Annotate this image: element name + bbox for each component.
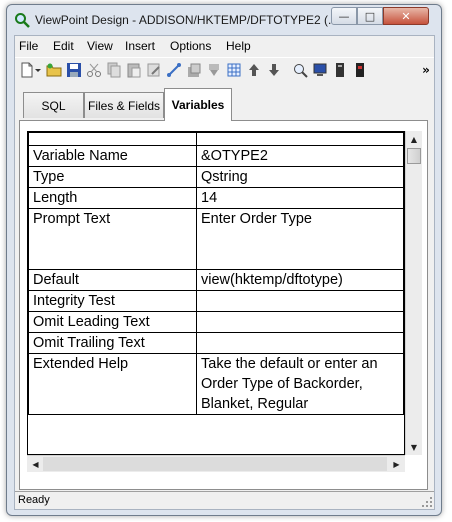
menu-view[interactable]: View	[87, 39, 113, 53]
property-value-cell[interactable]: 14	[196, 187, 404, 209]
scroll-right-icon[interactable]: ▶	[388, 456, 405, 472]
variables-panel: Variable Name &OTYPE2 Type Qstring Lengt…	[19, 120, 428, 490]
tab-sql[interactable]: SQL	[23, 92, 84, 118]
download-icon[interactable]	[206, 62, 222, 78]
table-row: Prompt Text Enter Order Type	[28, 208, 404, 270]
property-name-cell[interactable]: Extended Help	[28, 353, 197, 415]
scroll-down-icon[interactable]: ▼	[406, 439, 422, 455]
grid-header-row	[28, 132, 404, 146]
paste-icon[interactable]	[126, 62, 142, 78]
property-name-cell[interactable]: Prompt Text	[28, 208, 197, 270]
header-cell-name[interactable]	[28, 132, 197, 146]
dropdown-arrow-icon[interactable]	[34, 62, 42, 78]
copy-icon[interactable]	[106, 62, 122, 78]
horizontal-scroll-thumb[interactable]	[43, 457, 387, 471]
move-down-icon[interactable]	[266, 62, 282, 78]
window-title: ViewPoint Design - ADDISON/HKTEMP/DFTOTY…	[35, 13, 338, 27]
property-name-cell[interactable]: Variable Name	[28, 145, 197, 167]
toolbar-overflow-chevron[interactable]: »	[421, 62, 431, 78]
property-value-cell[interactable]	[196, 332, 404, 354]
link-icon[interactable]	[166, 62, 182, 78]
tab-variables[interactable]: Variables	[164, 88, 232, 121]
table-row: Variable Name &OTYPE2	[28, 145, 404, 167]
horizontal-scrollbar[interactable]: ◀ ▶	[27, 455, 405, 472]
tab-files-fields[interactable]: Files & Fields	[84, 92, 164, 118]
table-row: Omit Trailing Text	[28, 332, 404, 354]
minimize-icon: —	[338, 9, 350, 23]
property-value-cell[interactable]	[196, 290, 404, 312]
edit-icon[interactable]	[146, 62, 162, 78]
client-area: File Edit View Insert Options Help » SQL…	[14, 35, 435, 510]
save-icon[interactable]	[66, 62, 82, 78]
table-row: Default view(hktemp/dftotype)	[28, 269, 404, 291]
variable-properties-grid: Variable Name &OTYPE2 Type Qstring Lengt…	[27, 131, 405, 455]
property-value-cell[interactable]	[196, 311, 404, 333]
table-row: Type Qstring	[28, 166, 404, 188]
close-icon: ✕	[401, 9, 411, 23]
application-window: ViewPoint Design - ADDISON/HKTEMP/DFTOTY…	[6, 4, 442, 516]
header-cell-value[interactable]	[196, 132, 404, 146]
scroll-left-icon[interactable]: ◀	[27, 456, 44, 472]
table-row: Extended Help Take the default or enter …	[28, 353, 404, 415]
table-row: Length 14	[28, 187, 404, 209]
title-bar[interactable]: ViewPoint Design - ADDISON/HKTEMP/DFTOTY…	[7, 5, 441, 35]
magnifier-app-icon	[14, 12, 30, 28]
menu-insert[interactable]: Insert	[125, 39, 155, 53]
server-icon[interactable]	[332, 62, 348, 78]
scroll-up-icon[interactable]: ▲	[406, 131, 422, 147]
menu-options[interactable]: Options	[170, 39, 211, 53]
vertical-scrollbar[interactable]: ▲ ▼	[405, 131, 422, 455]
minimize-button[interactable]: —	[331, 7, 357, 25]
table-row: Integrity Test	[28, 290, 404, 312]
cut-icon[interactable]	[86, 62, 102, 78]
table-row: Omit Leading Text	[28, 311, 404, 333]
properties-table: Variable Name &OTYPE2 Type Qstring Lengt…	[28, 132, 404, 415]
maximize-icon: □	[364, 9, 376, 23]
property-value-cell[interactable]: Take the default or enter an Order Type …	[196, 353, 404, 415]
menu-help[interactable]: Help	[226, 39, 251, 53]
property-name-cell[interactable]: Length	[28, 187, 197, 209]
property-name-cell[interactable]: Integrity Test	[28, 290, 197, 312]
vertical-scroll-thumb[interactable]	[407, 148, 421, 164]
grid-icon[interactable]	[226, 62, 242, 78]
property-name-cell[interactable]: Default	[28, 269, 197, 291]
property-value-cell[interactable]: view(hktemp/dftotype)	[196, 269, 404, 291]
database-icon[interactable]	[352, 62, 368, 78]
property-name-cell[interactable]: Omit Leading Text	[28, 311, 197, 333]
property-value-cell[interactable]: &OTYPE2	[196, 145, 404, 167]
menu-bar: File Edit View Insert Options Help	[15, 36, 434, 56]
status-text: Ready	[18, 494, 50, 506]
property-value-cell[interactable]: Qstring	[196, 166, 404, 188]
property-name-cell[interactable]: Type	[28, 166, 197, 188]
status-bar: Ready	[15, 491, 434, 509]
layers-icon[interactable]	[186, 62, 202, 78]
property-value-cell[interactable]: Enter Order Type	[196, 208, 404, 270]
close-button[interactable]: ✕	[383, 7, 429, 25]
menu-edit[interactable]: Edit	[53, 39, 74, 53]
maximize-button[interactable]: □	[357, 7, 383, 25]
open-folder-icon[interactable]	[46, 62, 62, 78]
new-document-icon[interactable]	[19, 62, 35, 78]
zoom-icon[interactable]	[292, 62, 308, 78]
move-up-icon[interactable]	[246, 62, 262, 78]
property-name-cell[interactable]: Omit Trailing Text	[28, 332, 197, 354]
menu-file[interactable]: File	[19, 39, 38, 53]
resize-grip-icon[interactable]	[421, 496, 433, 508]
monitor-icon[interactable]	[312, 62, 328, 78]
tab-strip: SQL Files & Fields Variables	[15, 86, 434, 122]
toolbar: »	[15, 57, 434, 84]
